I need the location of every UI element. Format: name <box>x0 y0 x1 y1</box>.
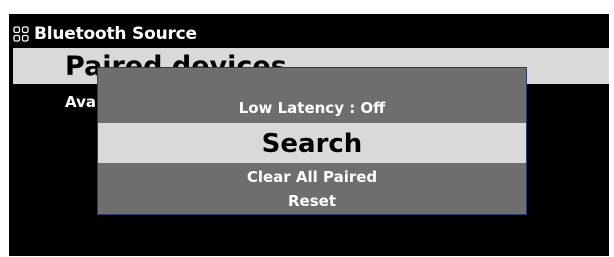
page-title: Bluetooth Source <box>34 24 197 44</box>
title-bar: Bluetooth Source <box>9 21 197 47</box>
options-popup: Low Latency : Off Search Clear All Paire… <box>97 67 527 215</box>
grid-icon <box>13 26 29 42</box>
popup-item-low-latency[interactable]: Low Latency : Off <box>98 96 526 120</box>
popup-item-clear-all-paired[interactable]: Clear All Paired <box>98 166 526 188</box>
popup-item-reset[interactable]: Reset <box>98 190 526 212</box>
popup-item-search[interactable]: Search <box>98 123 526 163</box>
device-screen: Bluetooth Source Paired devices Availabl… <box>9 14 609 256</box>
